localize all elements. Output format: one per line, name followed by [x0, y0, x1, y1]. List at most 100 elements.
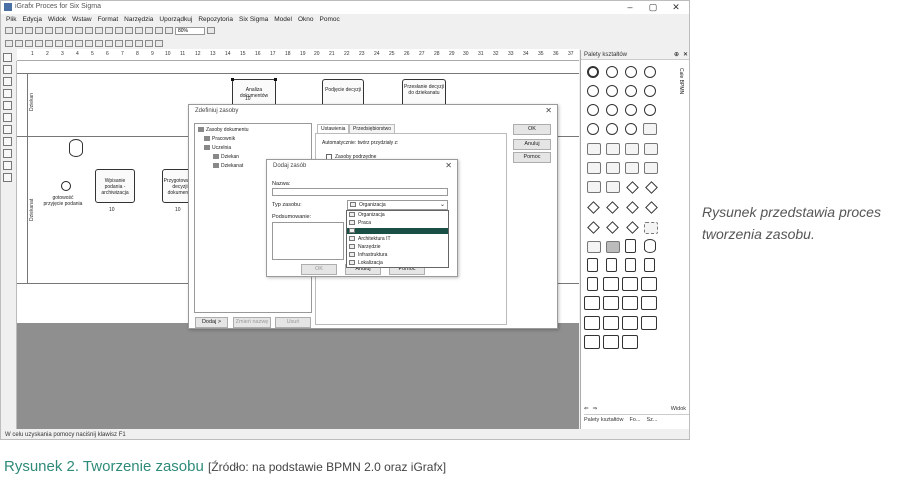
- tree-item-dziekan[interactable]: Dziekan: [213, 154, 239, 160]
- dialog-close-icon[interactable]: ✕: [545, 106, 552, 115]
- connector-icon[interactable]: [135, 27, 143, 34]
- zoom-out-icon[interactable]: [155, 27, 163, 34]
- maximize-button[interactable]: ▢: [642, 1, 664, 14]
- loop-task-shape-icon[interactable]: [606, 143, 620, 155]
- multiple-shape-icon[interactable]: [625, 123, 637, 135]
- group-shape-icon[interactable]: [644, 222, 658, 234]
- rename-button[interactable]: Zmień nazwę: [233, 317, 271, 328]
- arrow-style-icon[interactable]: [105, 40, 113, 47]
- conversation-shape-icon[interactable]: [584, 296, 600, 310]
- palette-close-icon[interactable]: ✕: [683, 51, 688, 58]
- error-shape-icon[interactable]: [625, 104, 637, 116]
- option-organizacja[interactable]: Organizacja: [349, 212, 385, 218]
- table-icon[interactable]: [145, 27, 153, 34]
- tree-item-dziekanat[interactable]: Dziekanat: [213, 163, 243, 169]
- menu-edycja[interactable]: Edycja: [22, 14, 42, 25]
- option-narzedzie[interactable]: Narzędzie: [349, 244, 381, 250]
- call-choreography-shape-icon[interactable]: [603, 316, 619, 330]
- task-wpisanie[interactable]: Wpisanie podania - archiwizacja: [95, 169, 135, 203]
- non-initiating-shape-icon[interactable]: [603, 335, 619, 349]
- copy-icon[interactable]: [75, 27, 83, 34]
- tree-root[interactable]: Zasoby dokumentu: [198, 127, 249, 133]
- option-lokalizacja[interactable]: Lokalizacja: [349, 260, 383, 266]
- menu-okno[interactable]: Okno: [298, 14, 314, 25]
- plus-start-shape-icon[interactable]: [644, 66, 656, 78]
- tab-przedsiebiorstwo[interactable]: Przedsiębiorstwo: [349, 124, 396, 133]
- menu-narzedzia[interactable]: Narzędzia: [124, 14, 153, 25]
- line-tool-icon[interactable]: [3, 101, 12, 110]
- text-tool-icon[interactable]: [3, 125, 12, 134]
- multi-participant-shape-icon[interactable]: [622, 335, 638, 349]
- palette-nav-icon[interactable]: ⇐: [584, 404, 589, 414]
- ungroup-icon[interactable]: [55, 40, 63, 47]
- subprocess-shape-icon[interactable]: [587, 143, 601, 155]
- menu-uporzadkuj[interactable]: Uporządkuj: [159, 14, 192, 25]
- exclusive-gateway-shape-icon[interactable]: [645, 181, 658, 194]
- arrow-right-icon[interactable]: [25, 40, 33, 47]
- rotate-icon[interactable]: [145, 40, 153, 47]
- zoom-combo[interactable]: 80%: [175, 26, 205, 35]
- sub-conversation-shape-icon[interactable]: [603, 296, 619, 310]
- save-icon[interactable]: [25, 27, 33, 34]
- select-tool-icon[interactable]: [3, 53, 12, 62]
- bracket-tool-icon[interactable]: [3, 137, 12, 146]
- menu-six-sigma[interactable]: Six Sigma: [239, 14, 268, 25]
- connector-tool-icon[interactable]: [3, 113, 12, 122]
- diamond-tool-icon[interactable]: [3, 89, 12, 98]
- annotation-shape-icon[interactable]: [587, 277, 598, 291]
- send-back-icon[interactable]: [135, 40, 143, 47]
- end-shape-icon[interactable]: [644, 104, 656, 116]
- band-shape-icon[interactable]: [622, 316, 638, 330]
- collapsed-shape-icon[interactable]: [587, 181, 601, 193]
- event-gateway-shape-icon[interactable]: [587, 201, 600, 214]
- data-object-shape-icon[interactable]: [625, 239, 636, 253]
- spell-icon[interactable]: [55, 27, 63, 34]
- gateway-alt2-shape-icon[interactable]: [606, 221, 619, 234]
- option-praca[interactable]: Praca: [349, 220, 371, 226]
- multi-task-shape-icon[interactable]: [625, 143, 639, 155]
- format-tool-icon[interactable]: [3, 173, 12, 182]
- data-store-shape-icon[interactable]: [644, 239, 656, 253]
- participant-shape-icon[interactable]: [641, 296, 657, 310]
- gateway-shape-icon[interactable]: [626, 181, 639, 194]
- shadow-icon[interactable]: [115, 40, 123, 47]
- line-style-icon[interactable]: [95, 40, 103, 47]
- ok-button[interactable]: OK: [513, 124, 551, 135]
- menu-widok[interactable]: Widok: [48, 14, 66, 25]
- name-input[interactable]: [272, 188, 448, 196]
- transaction-shape-icon[interactable]: [625, 162, 639, 174]
- flip-icon[interactable]: [155, 40, 163, 47]
- option-aplikacja[interactable]: Aplikacja: [347, 228, 448, 234]
- palette-view-menu[interactable]: Widok: [671, 404, 689, 414]
- band-alt-shape-icon[interactable]: [641, 316, 657, 330]
- task-podjecie[interactable]: Podjęcie decyzji: [322, 79, 364, 107]
- option-infrastruktura[interactable]: Infrastruktura: [349, 252, 387, 258]
- data-collection-shape-icon[interactable]: [625, 258, 636, 272]
- line-color-icon[interactable]: [75, 40, 83, 47]
- shape-icon[interactable]: [125, 27, 133, 34]
- compensation-shape-icon[interactable]: [606, 104, 618, 116]
- new-icon[interactable]: [5, 27, 13, 34]
- choreography-shape-icon[interactable]: [641, 277, 657, 291]
- start-event-icon[interactable]: [61, 181, 71, 191]
- palette-bottom-tab[interactable]: Fo...: [629, 415, 640, 425]
- call-activity-shape-icon[interactable]: [587, 162, 601, 174]
- event-subprocess-shape-icon[interactable]: [644, 162, 658, 174]
- ellipse-tool-icon[interactable]: [3, 77, 12, 86]
- call-conversation-shape-icon[interactable]: [622, 296, 638, 310]
- redo-icon[interactable]: [115, 27, 123, 34]
- timer-start-shape-icon[interactable]: [625, 66, 637, 78]
- lane-shape-icon[interactable]: [622, 277, 638, 291]
- escalation-shape-icon[interactable]: [587, 85, 599, 97]
- group-icon[interactable]: [45, 40, 53, 47]
- cancel-shape-icon[interactable]: [587, 123, 599, 135]
- palette-nav-icon[interactable]: ⇒: [593, 404, 598, 414]
- data-state-shape-icon[interactable]: [644, 258, 655, 272]
- gateway-alt3-shape-icon[interactable]: [626, 221, 639, 234]
- data-input-shape-icon[interactable]: [587, 258, 598, 272]
- zoom-in-icon[interactable]: [165, 27, 173, 34]
- conditional-shape-icon[interactable]: [644, 85, 656, 97]
- open-icon[interactable]: [15, 27, 23, 34]
- palette-side-tab[interactable]: Całe BPMN: [678, 68, 684, 94]
- menu-format[interactable]: Format: [98, 14, 119, 25]
